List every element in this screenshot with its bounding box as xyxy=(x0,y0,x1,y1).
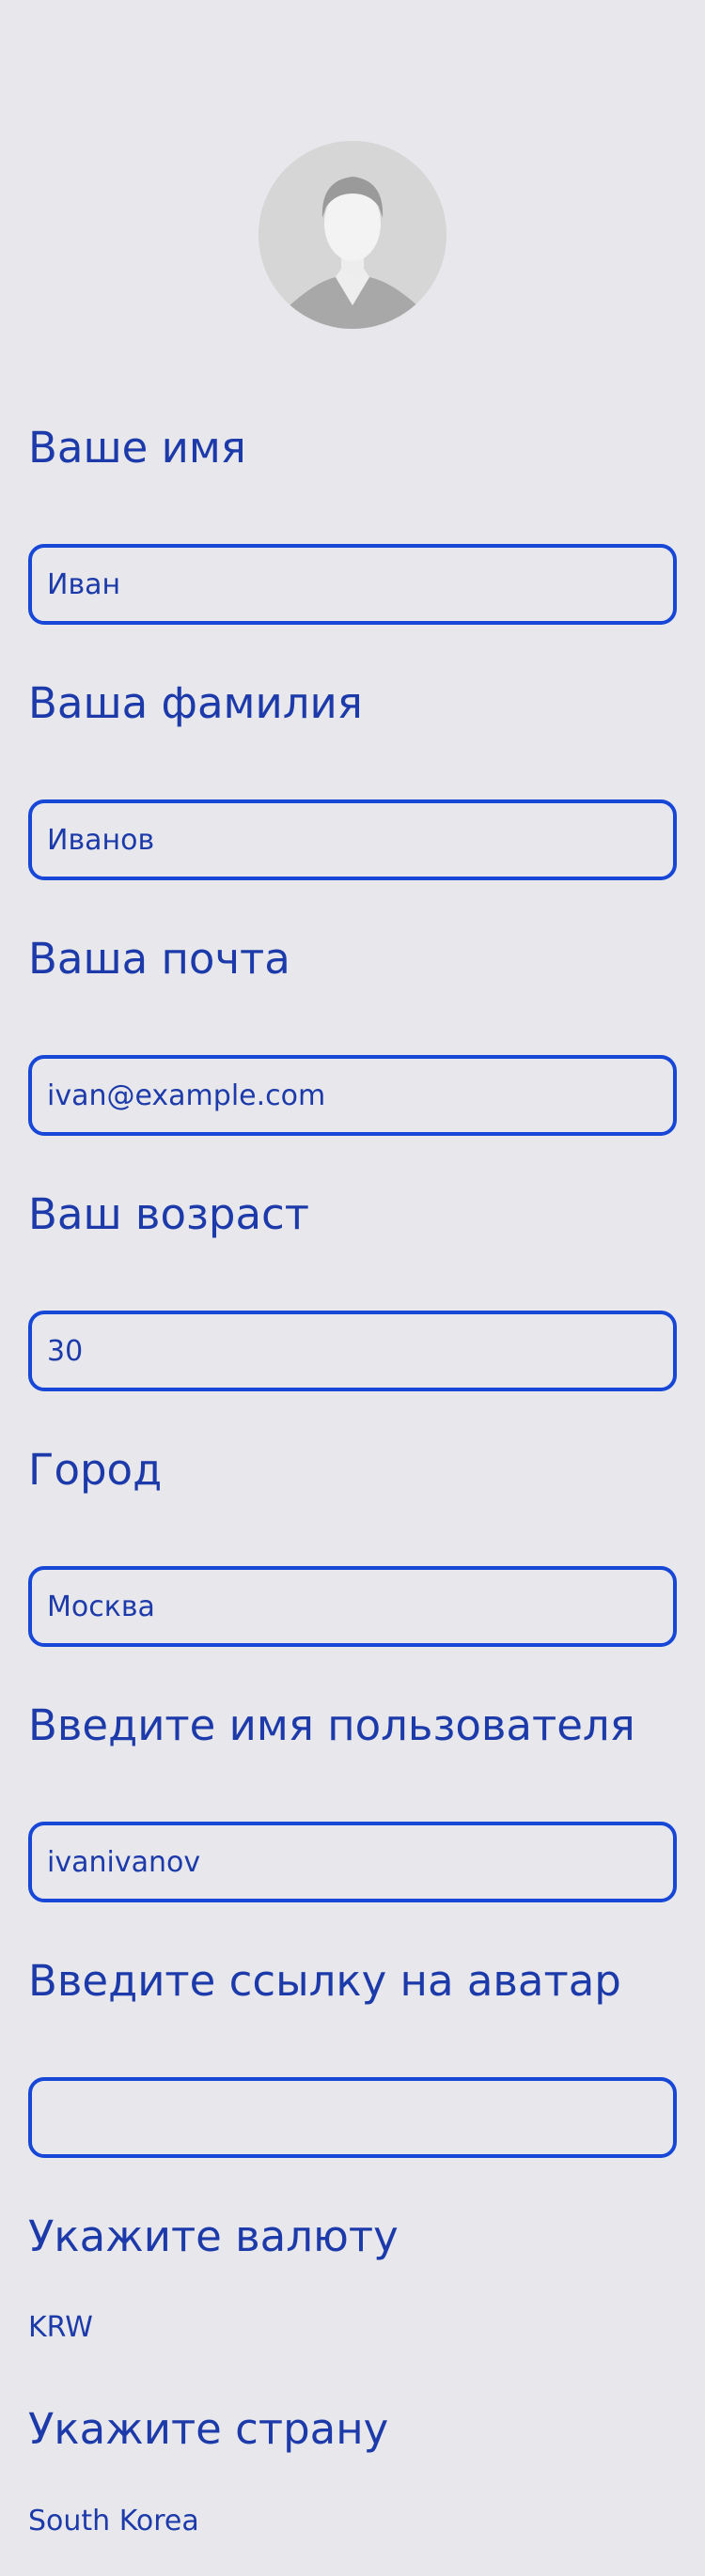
first-name-field[interactable] xyxy=(28,544,677,625)
first-name-input[interactable] xyxy=(32,548,673,621)
username-label: Введите имя пользователя xyxy=(28,1700,635,1750)
avatar[interactable] xyxy=(258,141,446,329)
age-field[interactable] xyxy=(28,1311,677,1391)
avatar-url-label: Введите ссылку на аватар xyxy=(28,1956,621,2006)
city-input[interactable] xyxy=(32,1570,673,1643)
city-field[interactable] xyxy=(28,1566,677,1647)
age-label: Ваш возраст xyxy=(28,1189,310,1239)
avatar-url-field[interactable] xyxy=(28,2077,677,2158)
email-input[interactable] xyxy=(32,1059,673,1132)
username-input[interactable] xyxy=(32,1825,673,1899)
last-name-label: Ваша фамилия xyxy=(28,678,363,728)
currency-value[interactable]: KRW xyxy=(28,2309,93,2347)
email-label: Ваша почта xyxy=(28,934,290,984)
username-field[interactable] xyxy=(28,1822,677,1902)
email-field[interactable] xyxy=(28,1055,677,1136)
country-label: Укажите страну xyxy=(28,2404,389,2454)
currency-label: Укажите валюту xyxy=(28,2211,399,2261)
avatar-url-input[interactable] xyxy=(32,2081,673,2154)
last-name-field[interactable] xyxy=(28,799,677,880)
country-value[interactable]: South Korea xyxy=(28,2503,199,2540)
first-name-label: Ваше имя xyxy=(28,423,246,473)
city-label: Город xyxy=(28,1445,163,1495)
person-silhouette-icon xyxy=(258,141,446,329)
age-input[interactable] xyxy=(32,1314,673,1388)
last-name-input[interactable] xyxy=(32,803,673,877)
